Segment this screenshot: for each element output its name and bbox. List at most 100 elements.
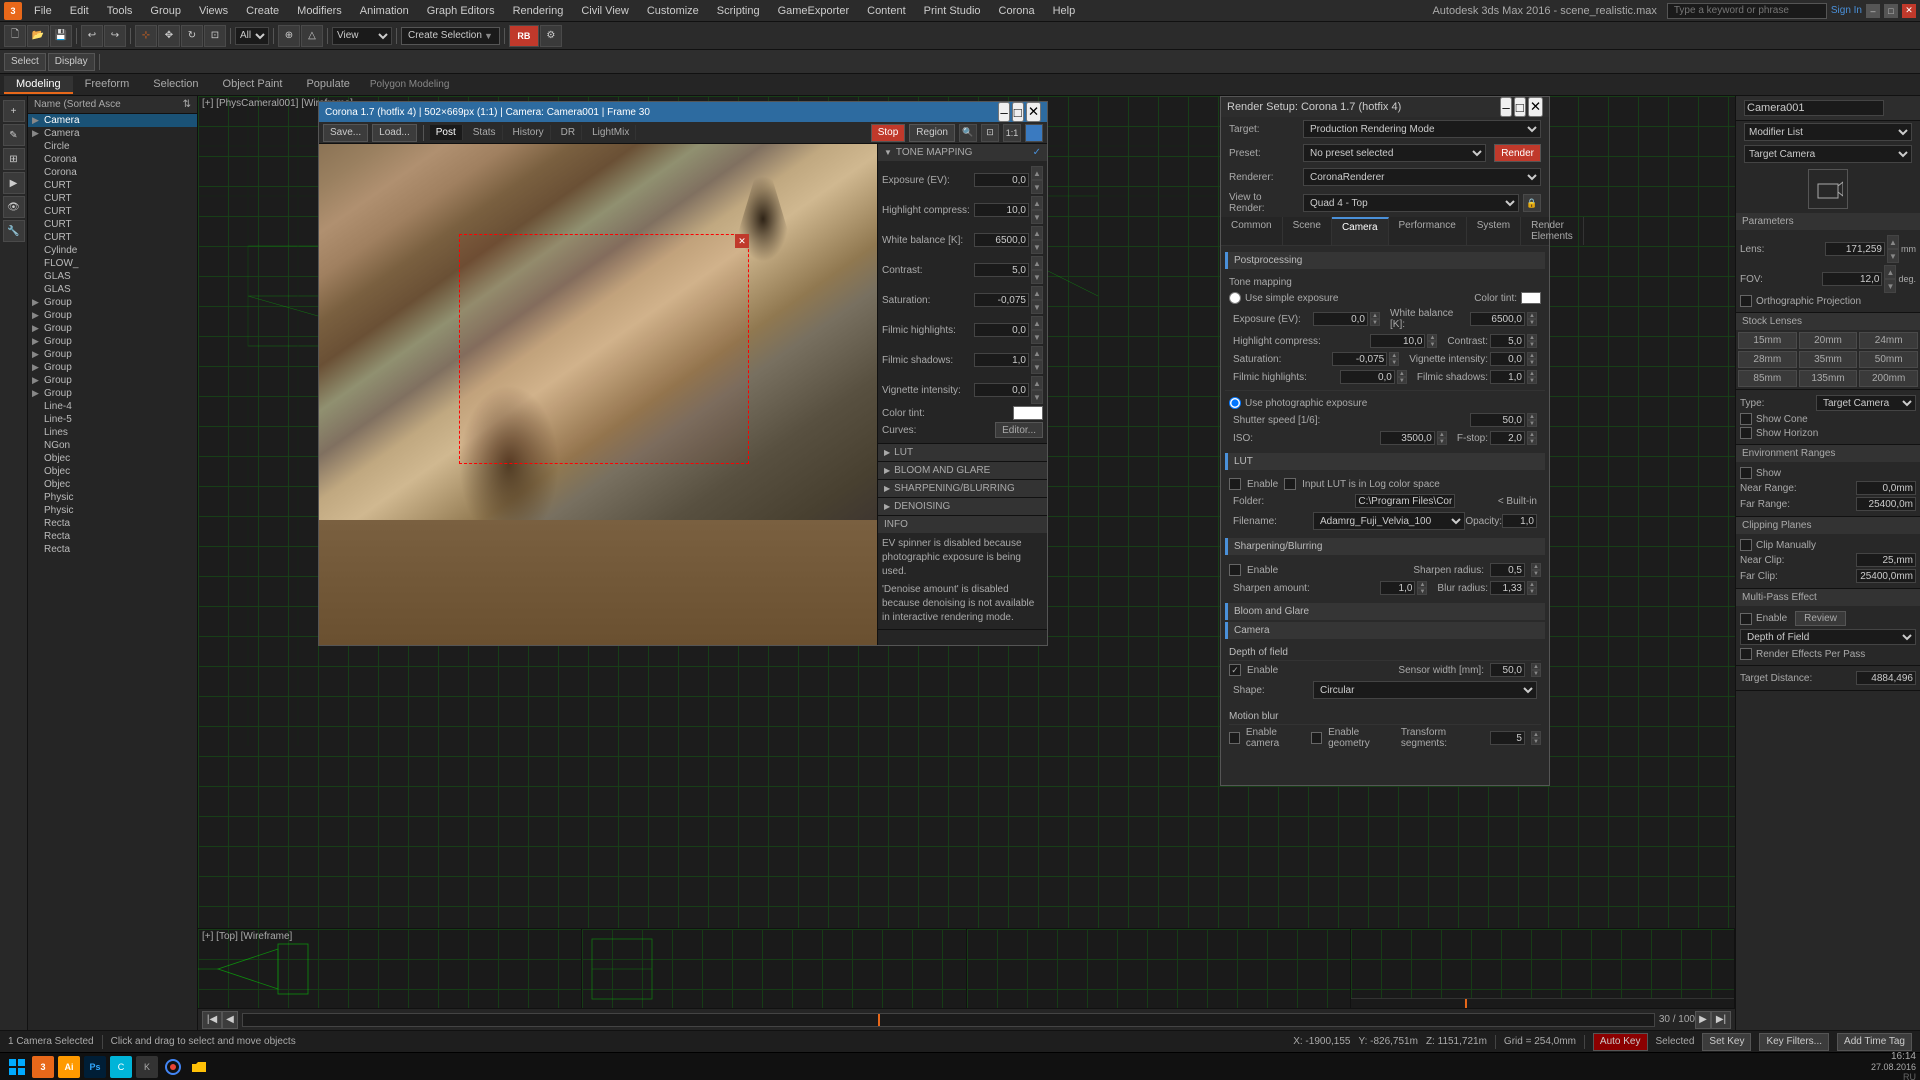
tree-item-0[interactable]: ▶Camera bbox=[28, 114, 197, 127]
selection-close-btn[interactable]: ✕ bbox=[735, 234, 749, 248]
vtr-lock-icon[interactable]: 🔒 bbox=[1523, 194, 1541, 212]
lens-200mm[interactable]: 200mm bbox=[1859, 370, 1918, 387]
rw-tab-lightmix[interactable]: LightMix bbox=[586, 125, 636, 140]
auto-key-btn[interactable]: Auto Key bbox=[1593, 1033, 1648, 1051]
tab-selection[interactable]: Selection bbox=[141, 76, 210, 94]
curves-editor-btn[interactable]: Editor... bbox=[995, 422, 1043, 438]
menu-file[interactable]: File bbox=[26, 3, 60, 19]
lens-85mm[interactable]: 85mm bbox=[1738, 370, 1797, 387]
tree-item-32[interactable]: Recta bbox=[28, 530, 197, 543]
far-clip-input[interactable] bbox=[1856, 569, 1916, 583]
highlight-input[interactable] bbox=[974, 203, 1029, 217]
tree-item-3[interactable]: Corona bbox=[28, 153, 197, 166]
tree-item-12[interactable]: GLAS bbox=[28, 270, 197, 283]
set-key-btn[interactable]: Set Key bbox=[1702, 1033, 1751, 1051]
tree-item-27[interactable]: Objec bbox=[28, 465, 197, 478]
renderer-select[interactable]: CoronaRenderer bbox=[1303, 168, 1541, 186]
pp-hl-down[interactable]: ▼ bbox=[1427, 341, 1437, 348]
tree-item-5[interactable]: CURT bbox=[28, 179, 197, 192]
exposure-down[interactable]: ▼ bbox=[1031, 180, 1043, 194]
tree-item-20[interactable]: ▶Group bbox=[28, 374, 197, 387]
pp-sat-down[interactable]: ▼ bbox=[1389, 359, 1399, 366]
white-balance-input[interactable] bbox=[974, 233, 1029, 247]
modify-icon[interactable]: ✎ bbox=[3, 124, 25, 146]
motion-icon[interactable]: ▶ bbox=[3, 172, 25, 194]
tree-item-17[interactable]: ▶Group bbox=[28, 335, 197, 348]
dof-enable-checkbox[interactable] bbox=[1229, 664, 1241, 676]
vig-down2[interactable]: ▼ bbox=[1527, 359, 1537, 366]
rw-tab-stats[interactable]: Stats bbox=[467, 125, 503, 140]
fsh-up2[interactable]: ▲ bbox=[1527, 370, 1537, 377]
taskbar-chrome[interactable] bbox=[162, 1056, 184, 1078]
lut-enable-checkbox[interactable] bbox=[1229, 478, 1241, 490]
contrast-input2[interactable] bbox=[1490, 334, 1525, 348]
pp-hl-input[interactable] bbox=[1370, 334, 1425, 348]
clip-manually-checkbox[interactable] bbox=[1740, 539, 1752, 551]
br-up[interactable]: ▲ bbox=[1527, 581, 1537, 588]
sharp-enable-checkbox[interactable] bbox=[1229, 564, 1241, 576]
tab-populate[interactable]: Populate bbox=[294, 76, 361, 94]
contrast-up2[interactable]: ▲ bbox=[1527, 334, 1537, 341]
tm-enable-checkbox[interactable]: ✓ bbox=[1033, 147, 1041, 158]
rs-tab-camera[interactable]: Camera bbox=[1332, 217, 1389, 245]
exposure-up[interactable]: ▲ bbox=[1031, 166, 1043, 180]
tree-item-14[interactable]: ▶Group bbox=[28, 296, 197, 309]
tree-item-24[interactable]: Lines bbox=[28, 426, 197, 439]
sa-up[interactable]: ▲ bbox=[1417, 581, 1427, 588]
tree-item-16[interactable]: ▶Group bbox=[28, 322, 197, 335]
wb-down[interactable]: ▼ bbox=[1031, 240, 1043, 254]
pp-fhl-up[interactable]: ▲ bbox=[1397, 370, 1407, 377]
filter-dropdown[interactable]: All bbox=[235, 27, 269, 45]
td-input[interactable] bbox=[1856, 671, 1916, 685]
shutter-down[interactable]: ▼ bbox=[1527, 420, 1537, 427]
tab-freeform[interactable]: Freeform bbox=[73, 76, 142, 94]
dof-shape-select[interactable]: Circular bbox=[1313, 681, 1537, 699]
maximize-button[interactable]: □ bbox=[1884, 4, 1898, 18]
exposure-input[interactable] bbox=[974, 173, 1029, 187]
angle-snap-btn[interactable]: △ bbox=[301, 25, 323, 47]
preset-select[interactable]: No preset selected bbox=[1303, 144, 1486, 162]
rs-tab-render-elements[interactable]: Render Elements bbox=[1521, 217, 1584, 245]
next-key-btn[interactable]: ▶ bbox=[1695, 1011, 1711, 1029]
rw-tab-history[interactable]: History bbox=[507, 125, 551, 140]
show-cone-checkbox[interactable] bbox=[1740, 413, 1752, 425]
shutter-input[interactable] bbox=[1470, 413, 1525, 427]
rw-load-btn[interactable]: Load... bbox=[372, 124, 417, 142]
select-display-btn[interactable]: Select bbox=[4, 53, 46, 71]
rw-tab-post[interactable]: Post bbox=[430, 125, 463, 140]
fsh-down[interactable]: ▼ bbox=[1031, 360, 1043, 374]
tree-item-13[interactable]: GLAS bbox=[28, 283, 197, 296]
tree-item-8[interactable]: CURT bbox=[28, 218, 197, 231]
prev-key-btn[interactable]: ◀ bbox=[222, 1011, 238, 1029]
tree-item-18[interactable]: ▶Group bbox=[28, 348, 197, 361]
rw-minimize[interactable]: – bbox=[998, 102, 1009, 122]
display-icon[interactable]: 👁 bbox=[3, 196, 25, 218]
iso-down[interactable]: ▼ bbox=[1437, 438, 1447, 445]
mp-effect-select[interactable]: Depth of Field bbox=[1740, 629, 1916, 645]
tree-item-21[interactable]: ▶Group bbox=[28, 387, 197, 400]
menu-help[interactable]: Help bbox=[1045, 3, 1084, 19]
menu-group[interactable]: Group bbox=[142, 3, 189, 19]
taskbar-app5[interactable]: K bbox=[136, 1056, 158, 1078]
snap-btn[interactable]: ⊕ bbox=[278, 25, 300, 47]
rotate-btn[interactable]: ↻ bbox=[181, 25, 203, 47]
add-time-tag-btn[interactable]: Add Time Tag bbox=[1837, 1033, 1912, 1051]
rw-stop-btn[interactable]: Stop bbox=[871, 124, 906, 142]
target-select[interactable]: Production Rendering Mode bbox=[1303, 120, 1541, 138]
bloom-glare-header[interactable]: ▶ BLOOM AND GLARE bbox=[878, 462, 1047, 479]
near-clip-input[interactable] bbox=[1856, 553, 1916, 567]
fov-input[interactable] bbox=[1822, 272, 1882, 286]
lens-50mm[interactable]: 50mm bbox=[1859, 351, 1918, 368]
pp-color-tint-swatch[interactable] bbox=[1521, 292, 1541, 304]
hierarchy-icon[interactable]: ⊞ bbox=[3, 148, 25, 170]
tree-item-15[interactable]: ▶Group bbox=[28, 309, 197, 322]
near-range-input[interactable] bbox=[1856, 481, 1916, 495]
pp-fhl-input[interactable] bbox=[1340, 370, 1395, 384]
open-btn[interactable]: 📂 bbox=[27, 25, 49, 47]
camera-type-dropdown[interactable]: Target Camera bbox=[1816, 395, 1916, 411]
menu-create[interactable]: Create bbox=[238, 3, 287, 19]
pp-exp-up[interactable]: ▲ bbox=[1370, 312, 1380, 319]
rs-tab-system[interactable]: System bbox=[1467, 217, 1521, 245]
lens-up[interactable]: ▲ bbox=[1887, 235, 1899, 249]
tree-item-6[interactable]: CURT bbox=[28, 192, 197, 205]
